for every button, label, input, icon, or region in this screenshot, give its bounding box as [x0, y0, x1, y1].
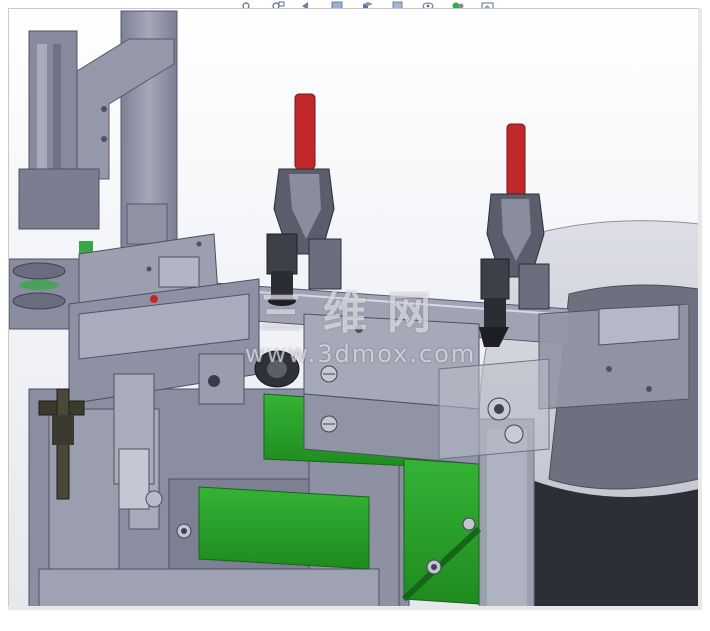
viewport-bottom-border [8, 606, 702, 610]
cad-assembly-model [9, 10, 699, 607]
toggle-clamp-left [266, 93, 342, 306]
cad-window: 三维网 www.3dmox.com [0, 0, 710, 631]
graphics-viewport[interactable]: 三维网 www.3dmox.com [8, 8, 700, 608]
viewport-right-border [698, 8, 702, 606]
